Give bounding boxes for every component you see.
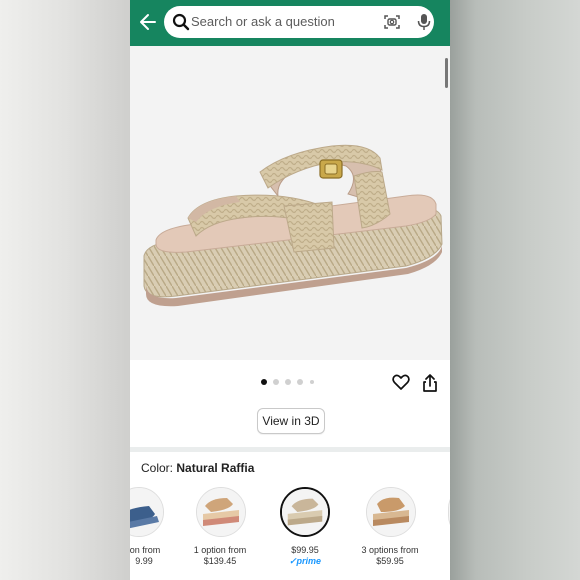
swatch-image [282, 489, 328, 535]
pagination-dot[interactable] [297, 379, 303, 385]
color-swatch-tan-stripe[interactable] [196, 487, 246, 537]
swatch-image [130, 488, 163, 536]
color-swatch-natural-raffia[interactable] [280, 487, 330, 537]
color-swatch-camel[interactable] [366, 487, 416, 537]
swatch-price-line2: $59.95 [376, 556, 404, 566]
swatch-price-line2: $139.45 [203, 556, 237, 566]
header-bar: Search or ask a question [130, 0, 450, 46]
color-label: Color: [141, 461, 174, 475]
pagination-dot[interactable] [285, 379, 291, 385]
pagination-dot[interactable] [310, 380, 314, 384]
prime-badge: ✓prime [288, 556, 322, 566]
background-right [450, 0, 580, 580]
section-divider [130, 447, 450, 452]
search-bar[interactable]: Search or ask a question [164, 6, 434, 38]
color-selection-label: Color: Natural Raffia [141, 461, 254, 475]
product-image-gallery[interactable] [130, 46, 450, 360]
back-arrow-icon[interactable] [138, 11, 158, 33]
app-screen: Search or ask a question View in 3D Colo… [130, 0, 450, 580]
swatch-price-label: 3 options from $59.95 [345, 545, 435, 567]
background-left [0, 0, 130, 580]
swatch-price-label: 1 option from $139.45 [175, 545, 265, 567]
pagination-dot[interactable] [261, 379, 267, 385]
share-icon[interactable] [422, 373, 438, 393]
swatch-price-line1: 1 option from [193, 545, 247, 555]
camera-icon[interactable] [383, 13, 401, 31]
product-image-sandal [143, 144, 443, 307]
swatch-image [367, 488, 415, 536]
color-swatch-denim[interactable] [130, 487, 164, 537]
view-in-3d-button[interactable]: View in 3D [257, 408, 325, 434]
selected-color-name: Natural Raffia [176, 461, 255, 475]
swatch-price-label: $99.95 ✓prime [260, 545, 350, 567]
swatch-price-line1: 3 options from [361, 545, 419, 555]
scrollbar[interactable] [445, 58, 448, 88]
search-icon [172, 13, 190, 31]
swatch-image [197, 488, 245, 536]
heart-icon[interactable] [392, 373, 410, 391]
color-swatch-partial[interactable] [448, 487, 450, 537]
microphone-icon[interactable] [416, 13, 432, 31]
pagination-dot[interactable] [273, 379, 279, 385]
swatch-price-line1: $99.95 [291, 545, 319, 555]
search-placeholder: Search or ask a question [191, 14, 335, 29]
